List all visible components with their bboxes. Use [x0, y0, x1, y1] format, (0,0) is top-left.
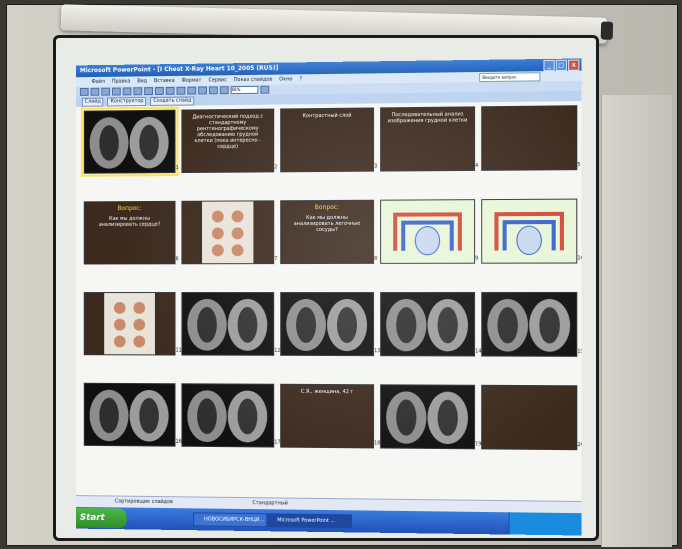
- menu-help[interactable]: ?: [299, 74, 302, 84]
- new-slide-button[interactable]: Создать слайд: [150, 96, 195, 106]
- slide-thumbnail[interactable]: [181, 292, 275, 356]
- redo-icon[interactable]: [187, 86, 197, 95]
- slide-button[interactable]: Слайд: [81, 97, 104, 107]
- slide-thumbnail[interactable]: Диагностический подход с стандартному ре…: [181, 108, 275, 174]
- window-title: Microsoft PowerPoint - [I Chest X-Ray He…: [79, 64, 279, 75]
- slide-number: 20: [577, 442, 582, 449]
- slide-thumbnail[interactable]: [181, 200, 275, 265]
- slide-thumbnail[interactable]: Вопрос: Как мы должны анализировать легоч…: [280, 199, 375, 265]
- slide-heading: Вопрос:: [314, 203, 340, 212]
- slide-thumbnail[interactable]: [481, 291, 578, 357]
- menu-tools[interactable]: Сервис: [208, 75, 226, 85]
- design-button[interactable]: Конструктор: [107, 96, 147, 106]
- save-icon[interactable]: [101, 87, 111, 96]
- menu-edit[interactable]: Правка: [112, 77, 131, 87]
- status-design: Стандартный: [252, 500, 288, 507]
- menu-slideshow[interactable]: Показ слайдов: [234, 75, 272, 85]
- slide-thumbnail[interactable]: Вопрос: Как мы должны анализировать сердц…: [83, 200, 176, 265]
- slide-sorter-pane: 1 Диагностический подход с стандартному р…: [76, 101, 582, 502]
- slide-number: 3: [374, 163, 378, 170]
- slide-number: 2: [274, 164, 278, 171]
- copy-icon[interactable]: [154, 86, 164, 96]
- slide-text: Как мы должны анализировать сердце?: [98, 215, 161, 228]
- slide-thumbnail[interactable]: Контрастный слой: [280, 107, 375, 173]
- slide-thumbnail[interactable]: [481, 384, 578, 451]
- taskbar-item-powerpoint[interactable]: Microsoft PowerPoint ...: [266, 513, 353, 529]
- maximize-button[interactable]: □: [555, 59, 568, 72]
- help-search-input[interactable]: Введите вопрос: [479, 72, 541, 83]
- undo-icon[interactable]: [176, 86, 186, 95]
- menu-format[interactable]: Формат: [182, 76, 202, 86]
- slide-thumbnail[interactable]: С.Я., женщина, 42 г: [280, 383, 375, 449]
- slide-thumbnail[interactable]: [280, 291, 375, 357]
- slide-text: Как мы должны анализировать легочные сос…: [293, 214, 361, 234]
- taskbar-item-explorer[interactable]: НОВОСИБИРСК-ВНЦИ...: [193, 512, 271, 528]
- preview-icon[interactable]: [122, 87, 132, 96]
- status-view: Сортировщик слайдов: [114, 498, 173, 506]
- slide-number: 6: [175, 256, 179, 263]
- minimize-button[interactable]: _: [543, 59, 555, 72]
- close-button[interactable]: x: [568, 59, 580, 71]
- table-icon[interactable]: [208, 86, 218, 95]
- slide-text: С.Я., женщина, 42 г: [300, 388, 354, 396]
- start-button[interactable]: Start: [76, 507, 127, 529]
- slide-text: Последовательный анализ изображения груд…: [387, 111, 468, 125]
- slide-thumbnail[interactable]: [481, 198, 578, 264]
- window-controls: _ □ x: [543, 59, 580, 72]
- powerpoint-window: Microsoft PowerPoint - [I Chest X-Ray He…: [76, 58, 582, 536]
- slide-thumbnail[interactable]: Последовательный анализ изображения груд…: [380, 106, 476, 172]
- projection-screen: Microsoft PowerPoint - [I Chest X-Ray He…: [53, 35, 599, 541]
- print-icon[interactable]: [111, 87, 121, 96]
- zoom-select[interactable]: 66%: [230, 85, 259, 95]
- slide-thumbnail[interactable]: [380, 384, 476, 450]
- slide-thumbnail[interactable]: [481, 105, 578, 171]
- slide-thumbnail[interactable]: [380, 199, 476, 264]
- slide-text: Диагностический подход с стандартному ре…: [192, 113, 264, 150]
- slide-text: Контрастный слой: [302, 112, 352, 120]
- slide-thumbnail[interactable]: [83, 292, 176, 356]
- slide-number: 1: [175, 165, 179, 172]
- room-wall: Microsoft PowerPoint - [I Chest X-Ray He…: [6, 4, 678, 547]
- wall-pillar: [601, 95, 672, 547]
- spell-icon[interactable]: [133, 87, 143, 96]
- open-icon[interactable]: [90, 87, 100, 96]
- menu-insert[interactable]: Вставка: [154, 76, 175, 86]
- slide-number: 9: [475, 255, 479, 262]
- slide-number: 8: [374, 255, 378, 262]
- slide-thumbnail[interactable]: [181, 383, 275, 448]
- menu-file[interactable]: Файл: [92, 77, 105, 87]
- slide-thumbnail[interactable]: [380, 291, 476, 357]
- menu-view[interactable]: Вид: [137, 76, 147, 86]
- slide-thumbnail[interactable]: [80, 106, 179, 177]
- slide-number: 7: [274, 256, 278, 263]
- slide-heading: Вопрос:: [117, 204, 142, 213]
- color-icon[interactable]: [219, 86, 229, 95]
- menu-window[interactable]: Окно: [279, 74, 292, 84]
- system-tray: [508, 512, 582, 536]
- slide-thumbnail[interactable]: [83, 382, 176, 447]
- new-icon[interactable]: [79, 87, 89, 96]
- slide-number: 4: [475, 162, 479, 169]
- help-icon[interactable]: [260, 85, 270, 94]
- paste-icon[interactable]: [165, 86, 175, 95]
- slide-number: 15: [577, 348, 582, 355]
- slide-number: 5: [577, 162, 581, 169]
- cut-icon[interactable]: [144, 87, 153, 96]
- slide-number: 10: [577, 255, 582, 262]
- chart-icon[interactable]: [198, 86, 207, 95]
